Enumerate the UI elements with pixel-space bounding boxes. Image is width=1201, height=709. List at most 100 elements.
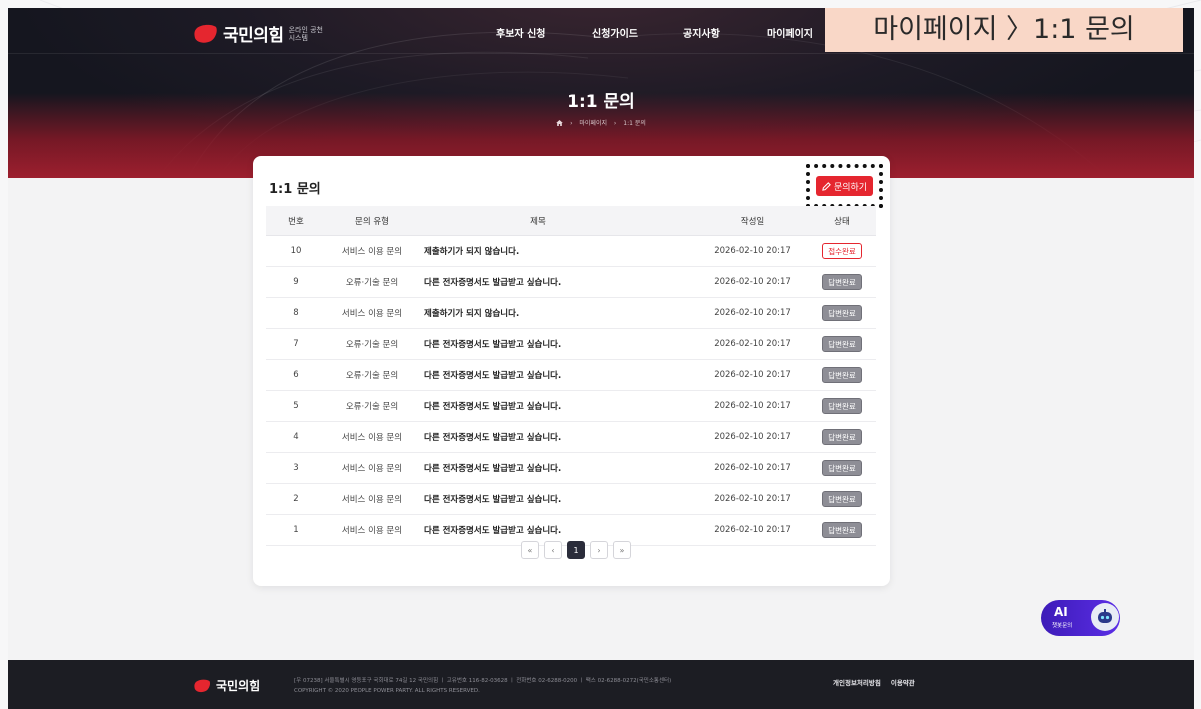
row-type: 서비스 이용 문의	[326, 514, 418, 546]
nav-candidate-apply[interactable]: 후보자 신청	[496, 25, 545, 40]
row-title[interactable]: 제출하기가 되지 않습니다.	[418, 235, 658, 267]
party-logo-icon	[194, 24, 217, 43]
breadcrumb-overlay-label: 마이페이지 〉1:1 문의	[825, 8, 1183, 52]
ask-button-label: 문의하기	[833, 182, 868, 193]
hero-breadcrumb: › 마이페이지 › 1:1 문의	[8, 118, 1194, 127]
footer-info: [우 07238] 서울특별시 영등포구 국회대로 74길 12 국민의힘 ㅣ …	[294, 676, 671, 696]
footer-logo[interactable]: 국민의힘	[194, 677, 260, 694]
page-title: 1:1 문의	[567, 92, 635, 112]
row-type: 오류·기술 문의	[326, 390, 418, 422]
status-badge: 답변완료	[822, 460, 862, 476]
row-date: 2026-02-10 20:17	[658, 421, 808, 453]
inquiry-table: 번호 문의 유형 제목 작성일 상태 10 서비스 이용 문의 제출하기가 되지 않…	[266, 206, 876, 546]
row-date: 2026-02-10 20:17	[658, 452, 808, 484]
row-title[interactable]: 다른 전자증명서도 발급받고 싶습니다.	[418, 421, 658, 453]
nav-apply-guide[interactable]: 신청가이드	[592, 25, 638, 40]
row-title[interactable]: 다른 전자증명서도 발급받고 싶습니다.	[418, 328, 658, 360]
row-date: 2026-02-10 20:17	[658, 390, 808, 422]
row-status-cell: 답변완료	[808, 452, 876, 484]
status-badge: 답변완료	[822, 429, 862, 445]
footer-copyright: COPYRIGHT © 2020 PEOPLE POWER PARTY. ALL…	[294, 688, 480, 694]
nav-notice[interactable]: 공지사항	[683, 25, 720, 40]
table-row[interactable]: 9 오류·기술 문의 다른 전자증명서도 발급받고 싶습니다. 2026-02-10 …	[266, 266, 876, 298]
table-row[interactable]: 5 오류·기술 문의 다른 전자증명서도 발급받고 싶습니다. 2026-02-10 …	[266, 390, 876, 422]
status-badge: 답변완료	[822, 367, 862, 383]
footer: 국민의힘 [우 07238] 서울특별시 영등포구 국회대로 74길 12 국민…	[8, 660, 1194, 709]
table-row[interactable]: 3 서비스 이용 문의 다른 전자증명서도 발급받고 싶습니다. 2026-02-10…	[266, 452, 876, 484]
status-badge: 답변완료	[822, 522, 862, 538]
row-number: 4	[266, 421, 326, 453]
row-title[interactable]: 다른 전자증명서도 발급받고 싶습니다.	[418, 266, 658, 298]
inquiry-card: 1:1 문의 문의하기 번호 문의 유형 제목 작성일 상태 10서비스 이용	[253, 156, 890, 586]
logo-text: 국민의힘	[223, 26, 284, 46]
row-status-cell: 답변완료	[808, 390, 876, 422]
row-number: 1	[266, 514, 326, 546]
home-icon[interactable]	[556, 120, 563, 126]
page-prev-button[interactable]: ‹	[544, 541, 562, 559]
terms-link[interactable]: 이용약관	[891, 677, 915, 687]
status-badge: 답변완료	[822, 336, 862, 352]
status-badge: 답변완료	[822, 398, 862, 414]
row-title[interactable]: 다른 전자증명서도 발급받고 싶습니다.	[418, 483, 658, 515]
privacy-policy-link[interactable]: 개인정보처리방침	[833, 677, 881, 687]
app-window: 국민의힘 온라인 공천시스템 후보자 신청 신청가이드 공지사항 마이페이지 1…	[8, 8, 1194, 709]
col-header-type: 문의 유형	[326, 206, 418, 236]
row-title[interactable]: 제출하기가 되지 않습니다.	[418, 297, 658, 329]
footer-address: [우 07238] 서울특별시 영등포구 국회대로 74길 12 국민의힘 ㅣ …	[294, 678, 672, 684]
row-type: 서비스 이용 문의	[326, 235, 418, 267]
row-title[interactable]: 다른 전자증명서도 발급받고 싶습니다.	[418, 390, 658, 422]
status-badge: 접수완료	[822, 243, 862, 259]
row-number: 6	[266, 359, 326, 391]
row-number: 3	[266, 452, 326, 484]
page-first-button[interactable]: «	[521, 541, 539, 559]
footer-links: 개인정보처리방침 이용약관	[833, 677, 915, 687]
row-status-cell: 답변완료	[808, 514, 876, 546]
table-row[interactable]: 4 서비스 이용 문의 다른 전자증명서도 발급받고 싶습니다. 2026-02-10…	[266, 421, 876, 453]
row-status-cell: 답변완료	[808, 359, 876, 391]
row-date: 2026-02-10 20:17	[658, 328, 808, 360]
row-title[interactable]: 다른 전자증명서도 발급받고 싶습니다.	[418, 359, 658, 391]
row-number: 8	[266, 297, 326, 329]
row-date: 2026-02-10 20:17	[658, 483, 808, 515]
row-type: 서비스 이용 문의	[326, 297, 418, 329]
table-row[interactable]: 2 서비스 이용 문의 다른 전자증명서도 발급받고 싶습니다. 2026-02-10…	[266, 483, 876, 515]
col-header-status: 상태	[808, 206, 876, 236]
table-row[interactable]: 6 오류·기술 문의 다른 전자증명서도 발급받고 싶습니다. 2026-02-10 …	[266, 359, 876, 391]
row-type: 서비스 이용 문의	[326, 483, 418, 515]
nav-mypage[interactable]: 마이페이지	[767, 25, 813, 40]
table-header-row: 번호 문의 유형 제목 작성일 상태	[266, 206, 876, 236]
row-date: 2026-02-10 20:17	[658, 297, 808, 329]
ai-chatbot-button[interactable]: AI 챗봇문의	[1041, 600, 1120, 636]
footer-logo-text: 국민의힘	[216, 679, 261, 693]
page-current-button[interactable]: 1	[567, 541, 585, 559]
breadcrumb-current: 1:1 문의	[623, 120, 646, 127]
row-number: 5	[266, 390, 326, 422]
breadcrumb-separator: ›	[613, 120, 617, 127]
ask-inquiry-button[interactable]: 문의하기	[816, 176, 873, 196]
status-badge: 답변완료	[822, 491, 862, 507]
table-row[interactable]: 7 오류·기술 문의 다른 전자증명서도 발급받고 싶습니다. 2026-02-10 …	[266, 328, 876, 360]
row-number: 2	[266, 483, 326, 515]
page-last-button[interactable]: »	[613, 541, 631, 559]
ai-label: AI	[1054, 605, 1068, 619]
pencil-icon	[822, 181, 831, 191]
row-date: 2026-02-10 20:17	[658, 359, 808, 391]
row-type: 서비스 이용 문의	[326, 452, 418, 484]
logo-subtitle: 온라인 공천시스템	[288, 25, 323, 42]
breadcrumb-mypage[interactable]: 마이페이지	[579, 120, 607, 127]
row-date: 2026-02-10 20:17	[658, 514, 808, 546]
table-row[interactable]: 10 서비스 이용 문의 제출하기가 되지 않습니다. 2026-02-10 20:1…	[266, 235, 876, 267]
page-next-button[interactable]: ›	[590, 541, 608, 559]
table-row[interactable]: 8 서비스 이용 문의 제출하기가 되지 않습니다. 2026-02-10 20:17…	[266, 297, 876, 329]
row-type: 서비스 이용 문의	[326, 421, 418, 453]
row-number: 10	[266, 235, 326, 267]
row-title[interactable]: 다른 전자증명서도 발급받고 싶습니다.	[418, 452, 658, 484]
site-logo[interactable]: 국민의힘 온라인 공천시스템	[194, 21, 329, 46]
status-badge: 답변완료	[822, 274, 862, 290]
row-status-cell: 답변완료	[808, 421, 876, 453]
party-logo-icon	[194, 679, 211, 692]
row-number: 9	[266, 266, 326, 298]
col-header-number: 번호	[266, 206, 326, 236]
col-header-date: 작성일	[658, 206, 808, 236]
row-status-cell: 답변완료	[808, 483, 876, 515]
